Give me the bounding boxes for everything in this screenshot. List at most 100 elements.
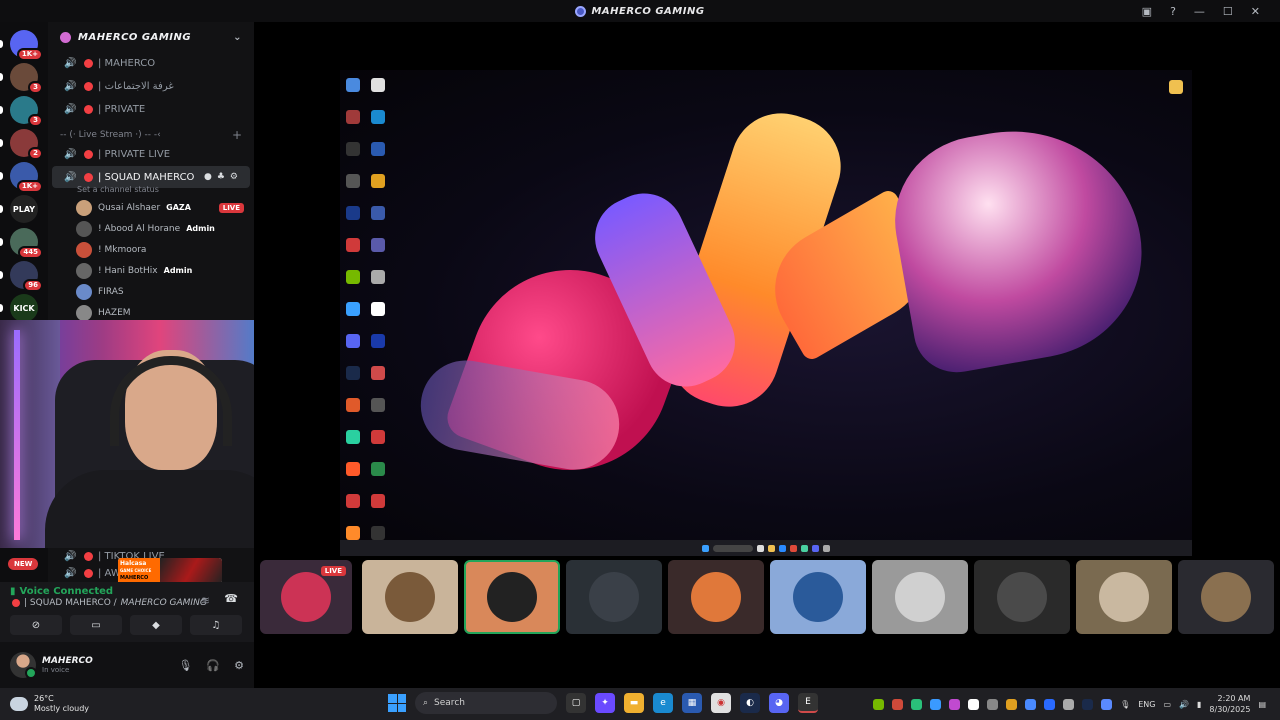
inbox-icon[interactable]: ▣ — [1142, 5, 1152, 18]
desktop-shortcut-icon[interactable] — [368, 270, 388, 285]
shared-screen-desktop[interactable] — [340, 70, 1192, 556]
store-icon[interactable]: ▦ — [682, 693, 702, 713]
desktop-shortcut-icon[interactable] — [343, 430, 363, 445]
participant-tile[interactable] — [1076, 560, 1172, 634]
server-icon[interactable]: 1K+ — [10, 30, 43, 61]
noise-suppression-icon[interactable]: ≋ — [201, 594, 210, 607]
new-folder-icon[interactable] — [1166, 80, 1186, 95]
desktop-shortcut-icon[interactable] — [368, 174, 388, 189]
network-icon[interactable]: ▭ — [1163, 700, 1171, 709]
steam-icon[interactable]: ◐ — [740, 693, 760, 713]
battery-icon[interactable]: ▮ — [1197, 700, 1201, 709]
gear-icon[interactable]: ⚙ — [234, 659, 244, 672]
desktop-shortcut-icon[interactable] — [343, 270, 363, 285]
voice-user[interactable]: ! Mkmoora — [48, 239, 254, 260]
discord-icon[interactable]: ◕ — [769, 693, 789, 713]
server-icon[interactable]: 445 — [10, 228, 43, 259]
edge-icon[interactable]: e — [653, 693, 673, 713]
server-icon[interactable]: KICK — [10, 294, 38, 322]
desktop-shortcut-icon[interactable] — [343, 334, 363, 349]
participant-tile[interactable] — [872, 560, 968, 634]
voice-user[interactable]: ! Abood Al Horane Admin — [48, 218, 254, 239]
server-icon[interactable]: 3 — [10, 63, 43, 94]
disconnect-icon[interactable]: ☎ — [224, 592, 238, 605]
participant-tile[interactable] — [566, 560, 662, 634]
desktop-shortcut-icon[interactable] — [343, 398, 363, 413]
bluetooth-icon[interactable] — [1044, 698, 1056, 710]
server-icon[interactable]: 1K+ — [10, 162, 43, 193]
server-icon[interactable]: 3 — [10, 96, 43, 127]
participant-tile[interactable] — [668, 560, 764, 634]
task-view-icon[interactable]: ▢ — [566, 693, 586, 713]
copilot-icon[interactable]: ✦ — [595, 693, 615, 713]
clock[interactable]: 2:20 AM 8/30/2025 — [1209, 693, 1250, 715]
record-icon[interactable] — [892, 698, 904, 710]
screen-share-button[interactable]: ▭ — [70, 615, 122, 635]
desktop-shortcut-icon[interactable] — [368, 334, 388, 349]
desktop-shortcut-icon[interactable] — [368, 142, 388, 157]
desktop-shortcut-icon[interactable] — [343, 526, 363, 541]
desktop-shortcut-icon[interactable] — [343, 78, 363, 93]
help-icon[interactable]: ? — [1170, 5, 1176, 18]
voice-channel[interactable]: 🔊 | غرفة الاجتماعات — [52, 75, 250, 98]
chat-icon[interactable]: ● — [204, 172, 212, 182]
microphone-tray-icon[interactable]: 🎙 — [1120, 700, 1130, 709]
desktop-shortcut-icon[interactable] — [368, 398, 388, 413]
activity-button[interactable]: ◆ — [130, 615, 182, 635]
voice-user[interactable]: FIRAS — [48, 281, 254, 302]
participant-tile[interactable] — [770, 560, 866, 634]
cloud-tray-icon[interactable] — [930, 698, 942, 710]
desktop-shortcut-icon[interactable] — [368, 110, 388, 125]
notification-icon[interactable]: ▤ — [1258, 700, 1266, 709]
desktop-shortcut-icon[interactable] — [368, 302, 388, 317]
desktop-shortcut-icon[interactable] — [368, 78, 388, 93]
camera-button[interactable]: ⊘ — [10, 615, 62, 635]
minimize-button[interactable]: — — [1194, 5, 1205, 18]
tiktok-icon[interactable] — [968, 698, 980, 710]
microphone-icon[interactable]: 🎙 — [178, 659, 192, 672]
invite-icon[interactable]: ♣ — [217, 172, 225, 182]
category-live-stream[interactable]: -- (· Live Stream ·) -- -‹ + — [48, 127, 254, 143]
voice-channel[interactable]: 🔊 | PRIVATE — [52, 98, 250, 121]
shield-icon[interactable] — [1101, 698, 1113, 710]
voice-channel[interactable]: 🔊 | MAHERCO — [52, 52, 250, 75]
desktop-shortcut-icon[interactable] — [343, 110, 363, 125]
taskbar-search[interactable]: ⌕ Search — [415, 692, 557, 714]
epic-games-icon[interactable]: E — [798, 693, 818, 713]
desktop-shortcut-icon[interactable] — [368, 430, 388, 445]
start-button[interactable] — [388, 694, 406, 712]
close-button[interactable]: ✕ — [1251, 5, 1260, 18]
server-icon[interactable]: PLAY — [10, 195, 38, 223]
voice-location[interactable]: | SQUAD MAHERCO / MAHERCO GAMING — [0, 597, 254, 608]
maximize-button[interactable]: ☐ — [1223, 5, 1233, 18]
desktop-shortcut-icon[interactable] — [343, 302, 363, 317]
guild-header[interactable]: MAHERCO GAMING ⌄ — [48, 22, 254, 52]
desktop-shortcut-icon[interactable] — [343, 238, 363, 253]
gear-icon[interactable]: ⚙ — [230, 172, 238, 182]
desktop-shortcut-icon[interactable] — [368, 366, 388, 381]
soundboard-button[interactable]: ♫ — [190, 615, 242, 635]
desktop-shortcut-icon[interactable] — [343, 142, 363, 157]
headphones-icon[interactable]: 🎧 — [206, 659, 220, 672]
channel-status[interactable]: Set a channel status — [48, 185, 254, 197]
desktop-shortcut-icon[interactable] — [343, 174, 363, 189]
participant-tile[interactable] — [974, 560, 1070, 634]
app-tray-icon-2[interactable] — [949, 698, 961, 710]
add-channel-icon[interactable]: + — [232, 128, 242, 142]
app-tray-icon-3[interactable] — [1006, 698, 1018, 710]
desktop-shortcut-icon[interactable] — [368, 462, 388, 477]
nvidia-icon[interactable] — [873, 698, 885, 710]
participant-tile[interactable] — [362, 560, 458, 634]
desktop-shortcut-icon[interactable] — [368, 526, 388, 541]
keyboard-icon[interactable] — [1063, 698, 1075, 710]
username[interactable]: MAHERCO — [42, 656, 93, 666]
chrome-icon[interactable]: ◉ — [711, 693, 731, 713]
desktop-shortcut-icon[interactable] — [343, 494, 363, 509]
app-tray-icon[interactable] — [911, 698, 923, 710]
server-icon[interactable]: 96 — [10, 261, 43, 292]
participant-tile[interactable] — [464, 560, 560, 634]
desktop-shortcut-icon[interactable] — [368, 494, 388, 509]
avatar[interactable] — [10, 652, 37, 679]
voice-channel[interactable]: 🔊 | PRIVATE LIVE — [52, 143, 250, 166]
participant-tile[interactable]: LIVE — [260, 560, 352, 634]
